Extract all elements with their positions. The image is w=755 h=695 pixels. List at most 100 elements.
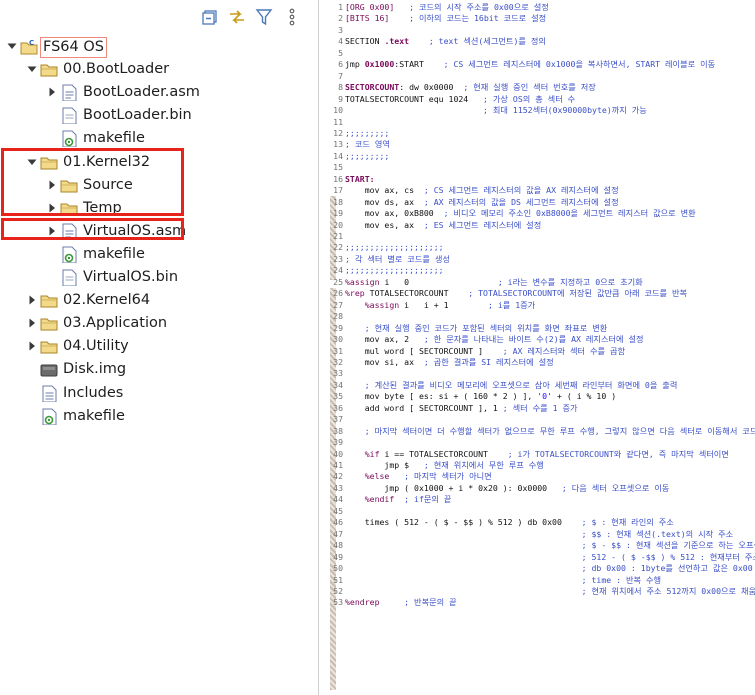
tree-item[interactable]: 04.Utility [0,335,318,358]
line-number: 51 [333,574,343,585]
code-token: ; i라는 변수를 지정하고 0으로 초기화 [497,276,643,287]
code-token: ; text 섹션(세그먼트)를 정의 [428,36,546,47]
code-text: mov si, ax ; 곱한 결과를 SI 레지스터에 설정 [345,357,554,368]
line-number: 43 [333,482,343,493]
line-number: 15 [333,162,343,173]
code-text: ; 각 섹터 별로 코드를 생성 [345,254,450,265]
line-number: 53 [333,597,343,608]
code-token: ; 비디오 메모리 주소인 0xB8000을 세그먼트 레지스터 값으로 변환 [443,208,696,219]
code-text: jmp ( 0x1000 + i * 0x20 ): 0x0000 ; 다음 섹… [345,483,669,494]
collapse-all-icon[interactable] [200,7,220,27]
line-number: 40 [333,448,343,459]
code-token: ; CS 세그먼트 레지스터의 값을 AX 레지스터에 설정 [423,185,619,196]
tree-item-label: Disk.img [63,361,127,378]
tree-item-label: 03.Application [63,315,168,332]
code-line: 38 ; 마지막 섹터이면 더 수행할 섹터가 없으므로 무한 루프 수행, 그… [330,426,755,437]
line-number: 17 [333,185,343,196]
project-explorer: C FS64 OS 00.BootLoader BootLoader.asm BootL… [0,0,319,695]
code-line: 8 SECTORCOUNT: dw 0x0000 ; 현재 실행 중인 섹터 번호… [330,82,755,93]
code-text: TOTALSECTORCOUNT equ 1024 ; 가상 OS의 총 섹터 … [345,94,575,105]
code-line: 39 [330,437,755,448]
code-text: mov es, ax ; ES 세그먼트 레지스터에 설정 [345,220,542,231]
chevron-down-icon[interactable] [26,156,38,168]
code-token: [ORG 0x00] [345,2,395,12]
code-token: ; CS 세그먼트 레지스터에 0x1000을 복사하면서, START 레이블… [443,59,716,70]
chevron-right-icon[interactable] [46,202,58,214]
tree-item[interactable]: VirtualOS.bin [0,266,318,289]
code-token: '0' [537,391,553,402]
file-icon [60,107,78,125]
chevron-down-icon[interactable] [26,63,38,75]
chevron-right-icon[interactable] [26,317,38,329]
tree-item[interactable]: 03.Application [0,312,318,335]
line-number: 39 [333,437,343,448]
code-token: jmp ( 0x1000 + i * 0x20 ): 0x0000 [345,482,562,493]
chevron-right-icon[interactable] [26,340,38,352]
folder-icon [40,154,58,171]
tree-item[interactable]: Disk.img [0,358,318,381]
tree-item[interactable]: makefile [0,405,318,428]
code-token: ; time : 반복 수행 [581,574,662,585]
code-token: ; i가 TOTALSECTORCOUNT와 같다면, 즉 마지막 섹터이면 [507,448,729,459]
line-number: 47 [333,528,343,539]
tree-item[interactable]: Includes [0,382,318,405]
code-line: 40 %if i == TOTALSECTORCOUNT ; i가 TOTALS… [330,449,755,460]
link-with-editor-icon[interactable] [227,7,247,27]
code-line: 4 SECTION .text ; text 섹션(세그먼트)를 정의 [330,36,755,47]
tree-item[interactable]: Temp [0,197,318,220]
line-number: 8 [338,82,343,93]
tree-item[interactable]: BootLoader.asm [0,81,318,104]
chevron-down-icon[interactable] [6,40,18,52]
chevron-right-icon[interactable] [46,225,58,237]
view-menu-icon[interactable] [282,7,302,27]
code-text: mov ax, 2 ; 한 문자를 나타내는 바이트 수(2)를 AX 레지스터… [345,334,644,345]
code-token: %assign [345,276,380,287]
code-token: TOTALSECTORCOUNT [364,288,469,299]
line-number: 49 [333,551,343,562]
line-number: 27 [333,299,343,310]
tree-item[interactable]: BootLoader.bin [0,104,318,127]
line-number: 46 [333,517,343,528]
code-token: ; 한 문자를 나타내는 바이트 수(2)를 AX 레지스터에 설정 [423,334,644,345]
code-text: mov ax, cs ; CS 세그먼트 레지스터의 값을 AX 레지스터에 설… [345,185,619,196]
chevron-right-icon[interactable] [46,86,58,98]
code-token: ; 곱한 결과를 SI 레지스터에 설정 [423,356,554,367]
tree-item[interactable]: C FS64 OS [0,35,318,58]
line-number: 18 [333,196,343,207]
code-text: SECTION .text ; text 섹션(세그먼트)를 정의 [345,36,546,47]
code-token: i 0 [379,276,498,287]
code-text: %assign i 0 ; i라는 변수를 지정하고 0으로 초기화 [345,277,643,288]
filter-icon[interactable] [254,7,274,27]
code-token: ; 마지막 섹터가 아니면 [404,471,492,482]
tree-item[interactable]: makefile [0,243,318,266]
tree-item-label: makefile [63,407,125,424]
code-line: 21 [330,231,755,242]
code-line: 27 %assign i i + 1 ; i를 1증가 [330,300,755,311]
chevron-right-icon[interactable] [26,294,38,306]
code-text: mul word [ SECTORCOUNT ] ; AX 레지스터와 섹터 수… [345,346,625,357]
line-number: 3 [338,24,343,35]
code-text: ; 최대 1152섹터(0x90000byte)까지 가능 [345,105,647,116]
makefile-icon [40,408,58,426]
tree-item[interactable]: 01.Kernel32 [0,151,318,174]
chevron-right-icon[interactable] [46,179,58,191]
tree-item[interactable]: Source [0,174,318,197]
code-token: jmp $ [345,460,424,470]
code-editor[interactable]: 1 [ORG 0x00] ; 코드의 시작 주소를 0x00으로 설정 2 [BITS… [330,0,755,695]
tree-item[interactable]: 02.Kernel64 [0,289,318,312]
tree-item[interactable]: 00.BootLoader [0,58,318,81]
tree-item[interactable]: VirtualOS.asm [0,220,318,243]
code-token: SECTION [345,36,385,47]
code-token: ;;;;;;;;; [345,127,390,138]
code-line: 20 mov es, ax ; ES 세그먼트 레지스터에 설정 [330,220,755,231]
tree-item[interactable]: makefile [0,127,318,150]
code-token: ; 섹터 수를 1 증가 [502,402,578,413]
